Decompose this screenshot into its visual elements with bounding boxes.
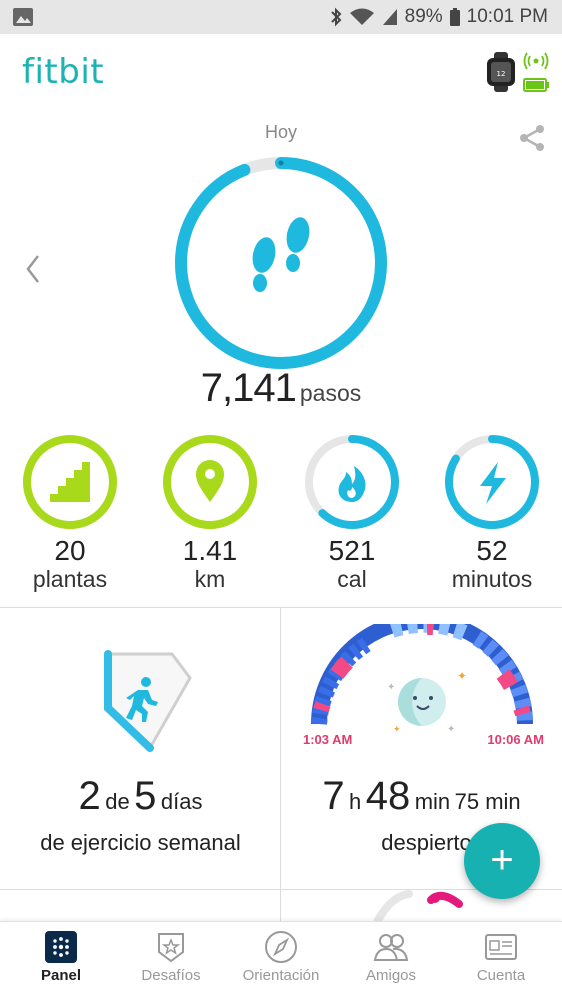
nav-item-challenges[interactable]: Desafíos xyxy=(115,922,227,1000)
exercise-label: de ejercicio semanal xyxy=(40,830,241,855)
fitbit-logo: fitbit xyxy=(22,52,105,92)
stat-floors[interactable]: 20 plantas xyxy=(0,432,140,607)
svg-text:✦: ✦ xyxy=(387,682,395,693)
nav-label-guidance: Orientación xyxy=(242,967,320,984)
nav-item-panel[interactable]: Panel xyxy=(5,922,117,1000)
bottom-navigation: Panel Desafíos Orientación Amigos Cuenta xyxy=(0,921,562,999)
nav-label-panel: Panel xyxy=(40,967,82,984)
status-icons: 89% 10:01 PM xyxy=(329,6,548,28)
lightning-icon xyxy=(480,462,506,504)
status-time: 10:01 PM xyxy=(466,6,548,27)
battery-icon xyxy=(449,8,460,26)
share-icon[interactable] xyxy=(516,122,548,154)
battery-percent: 89% xyxy=(404,6,443,27)
next-tile-left[interactable] xyxy=(0,890,281,922)
sleep-awake-value: 75 min xyxy=(454,789,521,814)
status-bar: 89% 10:01 PM xyxy=(0,0,562,34)
footprints-icon xyxy=(252,217,310,292)
active-minutes-ring xyxy=(445,435,539,529)
sleep-end-time: 10:06 AM xyxy=(487,732,544,747)
day-label: Hoy xyxy=(264,122,297,142)
steps-ring[interactable] xyxy=(168,150,394,376)
floors-unit: plantas xyxy=(32,566,108,592)
svg-text:✦: ✦ xyxy=(457,669,467,683)
active-minutes-unit: minutos xyxy=(451,566,533,592)
sleep-stages-arc: ✦ ✦ ✦ ✦ xyxy=(311,624,533,734)
stat-distance[interactable]: 1.41 km xyxy=(140,432,280,607)
calories-unit: cal xyxy=(337,566,367,592)
account-card-icon xyxy=(485,934,517,960)
sleep-start-time: 1:03 AM xyxy=(303,732,353,747)
exercise-done: 2 xyxy=(78,774,101,818)
svg-text:✦: ✦ xyxy=(447,724,455,734)
svg-text:12: 12 xyxy=(497,70,506,78)
exercise-of: de xyxy=(105,789,130,814)
challenges-icon xyxy=(158,933,184,963)
active-minutes-value: 52 xyxy=(476,535,508,566)
steps-count[interactable]: 7,141 pasos xyxy=(0,366,562,411)
location-pin-icon xyxy=(196,460,224,502)
stat-active-minutes[interactable]: 52 minutos xyxy=(422,432,562,607)
wifi-icon xyxy=(349,8,374,25)
distance-value: 1.41 xyxy=(182,535,238,566)
device-sync-battery-icon xyxy=(523,52,549,92)
nav-label-account: Cuenta xyxy=(476,967,526,984)
floors-value: 20 xyxy=(54,535,86,566)
stats-row: 20 plantas 1.41 km 521 cal 52 minutos xyxy=(0,432,562,607)
steps-value: 7,141 xyxy=(200,366,297,410)
signal-icon xyxy=(382,9,397,25)
nav-item-account[interactable]: Cuenta xyxy=(445,922,557,1000)
steps-unit: pasos xyxy=(299,380,362,406)
exercise-period: días xyxy=(160,789,203,814)
svg-text:✦: ✦ xyxy=(393,725,401,734)
gallery-notification-icon xyxy=(13,8,33,26)
previous-day-icon[interactable] xyxy=(20,252,46,286)
calories-value: 521 xyxy=(328,535,376,566)
exercise-progress: 2 de 5 días xyxy=(0,774,281,819)
exercise-tile[interactable]: 2 de 5 días de ejercicio semanal xyxy=(0,608,281,890)
distance-ring xyxy=(163,435,257,529)
exercise-shield-icon xyxy=(104,650,192,752)
moon-icon xyxy=(398,678,446,726)
distance-unit: km xyxy=(194,566,226,592)
sleep-minutes-unit: min xyxy=(414,789,451,814)
sleep-minutes: 48 xyxy=(365,774,411,818)
calories-ring xyxy=(305,435,399,529)
tracker-device-icon[interactable]: 12 xyxy=(484,52,518,92)
app-header: fitbit 12 xyxy=(0,34,562,114)
exercise-goal: 5 xyxy=(134,774,157,818)
nav-item-guidance[interactable]: Orientación xyxy=(225,922,337,1000)
nav-item-friends[interactable]: Amigos xyxy=(335,922,447,1000)
dashboard-icon xyxy=(45,931,77,963)
compass-icon xyxy=(265,931,297,963)
stairs-icon xyxy=(50,462,90,502)
nav-label-friends: Amigos xyxy=(365,967,417,984)
sleep-hours: 7 xyxy=(322,774,345,818)
add-button[interactable]: + xyxy=(464,823,540,899)
floors-ring xyxy=(23,435,117,529)
bluetooth-icon xyxy=(330,7,342,27)
stat-calories[interactable]: 521 cal xyxy=(282,432,422,607)
sleep-duration: 7 h 48 min 75 min xyxy=(281,774,562,819)
next-tile-right[interactable] xyxy=(281,890,562,926)
next-tile-graphic xyxy=(373,890,463,926)
sleep-hours-unit: h xyxy=(349,789,362,814)
nav-label-challenges: Desafíos xyxy=(141,967,201,984)
friends-icon xyxy=(373,934,409,961)
flame-icon xyxy=(338,466,366,502)
